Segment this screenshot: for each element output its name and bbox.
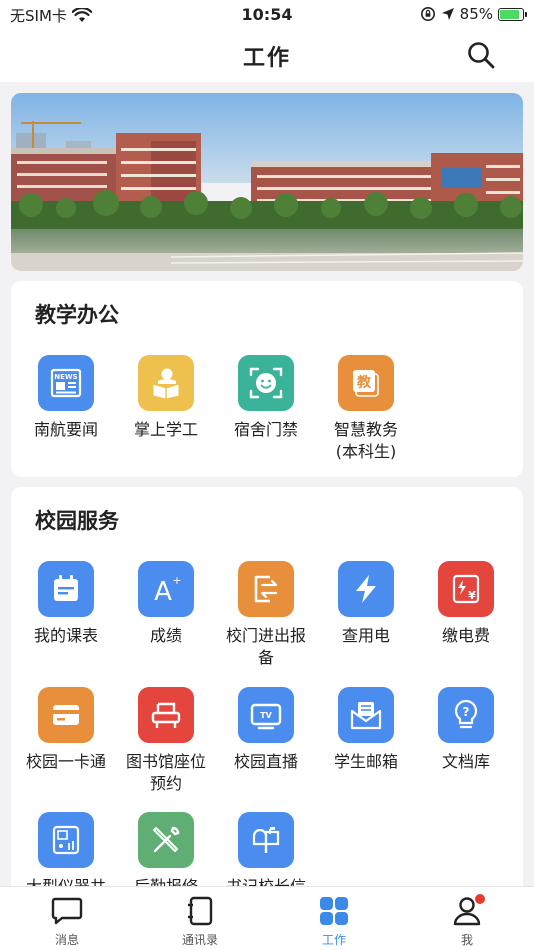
tile-label: 宿舍门禁	[233, 420, 298, 439]
tile-gate-report[interactable]: 校门进出报备	[216, 561, 316, 669]
campus-banner[interactable]	[11, 93, 523, 271]
tile-student-affairs[interactable]: 掌上学工	[116, 355, 216, 441]
tab-label: 工作	[321, 933, 346, 947]
instrument-icon	[38, 812, 94, 868]
tab-label: 我	[460, 933, 473, 947]
tile-nanhang-news[interactable]: NEWS 南航要闻	[16, 355, 116, 441]
tab-work[interactable]: 工作	[284, 895, 384, 948]
news-icon: NEWS	[38, 355, 94, 411]
teaching-office-card: 教学办公 NEWS 南航要闻 掌上学工 宿舍门禁 教 智慧教务 (本科生)	[11, 281, 523, 477]
seat-icon	[138, 687, 194, 743]
section-title-campus: 校园服务	[35, 509, 119, 533]
page-title: 工作	[242, 46, 291, 71]
svg-text:TV: TV	[260, 711, 272, 720]
tile-label: 校门进出报备	[225, 626, 306, 667]
card-icon	[38, 687, 94, 743]
tile-label: 我的课表	[33, 626, 98, 645]
screen: { "status_bar": { "carrier": "无SIM卡", "t…	[0, 0, 534, 950]
tile-check-electricity[interactable]: 查用电	[316, 561, 416, 647]
lightning-icon	[338, 561, 394, 617]
tile-label: 成绩	[149, 626, 182, 645]
tab-label: 消息	[54, 933, 79, 947]
lightbulb-icon: ?	[438, 687, 494, 743]
electric-bill-icon: ¥	[438, 561, 494, 617]
chat-bubble-icon	[50, 895, 84, 927]
svg-text:NEWS: NEWS	[54, 373, 77, 381]
tile-campus-card[interactable]: 校园一卡通	[16, 687, 116, 773]
grade-a-plus-icon: A +	[138, 561, 194, 617]
tile-pay-electricity[interactable]: ¥ 缴电费	[416, 561, 516, 647]
section-title-teaching: 教学办公	[35, 303, 119, 327]
tab-contacts[interactable]: 通讯录	[150, 895, 250, 948]
tile-smart-academic[interactable]: 教 智慧教务 (本科生)	[316, 355, 416, 463]
svg-text:¥: ¥	[468, 589, 476, 602]
svg-text:教: 教	[357, 374, 372, 391]
calendar-icon	[38, 561, 94, 617]
face-scan-icon	[238, 355, 294, 411]
teaching-affairs-icon: 教	[338, 355, 394, 411]
svg-text:A: A	[154, 577, 172, 607]
tile-label: 学生邮箱	[333, 752, 398, 771]
tile-label: 文档库	[441, 752, 490, 771]
mail-icon	[338, 687, 394, 743]
nav-bar: 工作	[0, 28, 534, 82]
battery-icon	[498, 7, 527, 21]
repair-tools-icon	[138, 812, 194, 868]
tile-label: 缴电费	[441, 626, 490, 645]
tab-label: 通讯录	[181, 933, 218, 947]
tab-bar: 消息 通讯录 工作 我	[0, 886, 534, 950]
gate-exit-icon	[238, 561, 294, 617]
grid-apps-icon	[317, 895, 351, 927]
tile-grades[interactable]: A + 成绩	[116, 561, 216, 647]
status-bar: 无SIM卡 10:54 85%	[0, 0, 534, 28]
tab-messages[interactable]: 消息	[17, 895, 117, 948]
tv-icon: TV	[238, 687, 294, 743]
battery-fill	[500, 9, 519, 19]
tile-label: 校园一卡通	[25, 752, 106, 771]
person-icon	[450, 893, 486, 927]
tile-campus-live[interactable]: TV 校园直播	[216, 687, 316, 773]
battery-percent: 85%	[459, 5, 493, 23]
tile-document-library[interactable]: ? 文档库	[416, 687, 516, 773]
tile-student-mail[interactable]: 学生邮箱	[316, 687, 416, 773]
tile-dorm-access[interactable]: 宿舍门禁	[216, 355, 316, 441]
svg-text:?: ?	[463, 705, 470, 719]
campus-photo	[11, 93, 523, 271]
campus-services-card: 校园服务 我的课表 A + 成绩 校门进出报备 查用电 ¥ 缴电费 校园一卡通 …	[11, 487, 523, 907]
tab-me[interactable]: 我	[417, 893, 517, 948]
notification-dot	[474, 893, 486, 905]
student-reading-icon	[138, 355, 194, 411]
tile-label: 查用电	[341, 626, 390, 645]
tile-library-seat[interactable]: 图书馆座位预约	[116, 687, 216, 795]
location-arrow-icon	[441, 8, 454, 20]
tile-label: 图书馆座位预约	[125, 752, 206, 793]
contacts-book-icon	[183, 895, 217, 927]
search-icon[interactable]	[466, 40, 496, 70]
status-right: 85%	[420, 5, 527, 23]
svg-text:+: +	[172, 574, 181, 587]
tile-label: 智慧教务 (本科生)	[333, 420, 398, 461]
mailbox-icon	[238, 812, 294, 868]
tile-label: 南航要闻	[33, 420, 98, 439]
rotation-lock-icon	[420, 7, 435, 21]
tile-label: 校园直播	[233, 752, 298, 771]
tile-label: 掌上学工	[133, 420, 198, 439]
tile-my-schedule[interactable]: 我的课表	[16, 561, 116, 647]
